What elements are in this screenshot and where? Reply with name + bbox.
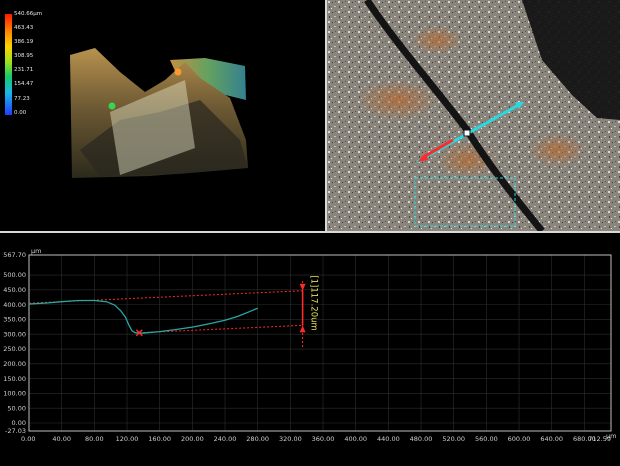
x-tick-label: 440.00 xyxy=(377,435,400,443)
y-tick-label: 50.00 xyxy=(7,404,26,412)
x-tick-label: 480.00 xyxy=(410,435,433,443)
x-tick-label: 240.00 xyxy=(214,435,237,443)
measure-handle[interactable] xyxy=(463,129,471,137)
scale-label-5: 154.47 xyxy=(14,81,34,87)
scale-label-4: 231.71 xyxy=(14,67,34,73)
measurement-value-label: [1]117.20um xyxy=(309,275,319,330)
scale-label-max: 540.66µm xyxy=(14,11,43,17)
height-color-scale xyxy=(5,14,12,115)
x-tick-label: 160.00 xyxy=(148,435,171,443)
x-tick-label: 120.00 xyxy=(116,435,139,443)
profile-series-line xyxy=(28,299,258,334)
x-tick-label: 520.00 xyxy=(442,435,465,443)
3d-surface-render xyxy=(70,48,248,178)
y-tick-label: -27.03 xyxy=(5,427,26,435)
y-tick-labels: 567.70 500.00 450.00 400.00 350.00 300.00 250.… xyxy=(3,251,26,435)
y-tick-label: 250.00 xyxy=(3,345,26,353)
y-tick-label: 100.00 xyxy=(3,390,26,398)
x-tick-label: 400.00 xyxy=(344,435,367,443)
scale-label-6: 77.23 xyxy=(14,96,30,102)
x-tick-label: 360.00 xyxy=(312,435,335,443)
y-unit-label: µm xyxy=(31,247,41,255)
measurement-arrow-bottom xyxy=(299,325,306,333)
micrograph-image xyxy=(327,0,620,231)
chart-gridlines xyxy=(28,254,612,432)
y-tick-label: 450.00 xyxy=(3,286,26,294)
rust-patch xyxy=(412,26,462,54)
rust-patch xyxy=(357,80,437,120)
scale-label-2: 386.19 xyxy=(14,39,34,45)
x-tick-label: 640.00 xyxy=(540,435,563,443)
plot-frame xyxy=(28,254,612,432)
scale-label-3: 308.95 xyxy=(14,53,34,59)
y-tick-label: 0.00 xyxy=(12,419,26,427)
x-tick-labels: 0.00 40.00 80.00 120.00 160.00 200.00 240.00 28… xyxy=(21,435,611,443)
y-tick-label: 350.00 xyxy=(3,316,26,324)
y-tick-label: 300.00 xyxy=(3,330,26,338)
y-tick-label: 567.70 xyxy=(3,251,26,259)
y-tick-label: 150.00 xyxy=(3,375,26,383)
y-tick-label: 400.00 xyxy=(3,301,26,309)
y-tick-label: 200.00 xyxy=(3,360,26,368)
x-tick-label: 600.00 xyxy=(508,435,531,443)
3d-height-view[interactable]: 540.66µm 463.43 386.19 308.95 231.71 154… xyxy=(0,0,325,231)
scale-label-min: 0.00 xyxy=(14,110,27,116)
x-tick-label: 560.00 xyxy=(475,435,498,443)
marker-green xyxy=(108,102,116,110)
x-tick-label: 0.00 xyxy=(21,435,35,443)
scale-label-1: 463.43 xyxy=(14,25,34,31)
micrograph-view[interactable] xyxy=(327,0,620,231)
rust-patch xyxy=(529,134,585,166)
y-tick-label: 500.00 xyxy=(3,271,26,279)
x-tick-label: 320.00 xyxy=(279,435,302,443)
profile-chart: 567.70 500.00 450.00 400.00 350.00 300.00 250.… xyxy=(3,247,616,443)
x-unit-label: µm xyxy=(606,432,616,440)
x-tick-label: 200.00 xyxy=(181,435,204,443)
x-tick-label: 280.00 xyxy=(246,435,269,443)
x-tick-label: 80.00 xyxy=(85,435,104,443)
marker-orange xyxy=(174,68,182,76)
x-tick-label: 40.00 xyxy=(52,435,71,443)
profile-chart-panel[interactable]: 567.70 500.00 450.00 400.00 350.00 300.00 250.… xyxy=(0,233,620,466)
